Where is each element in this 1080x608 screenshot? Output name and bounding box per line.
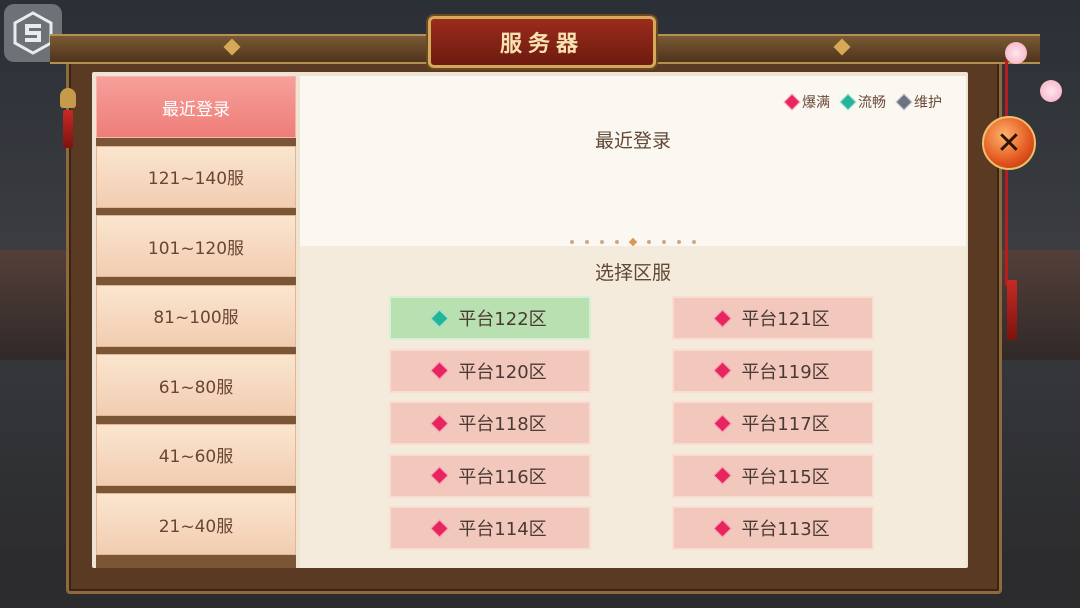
lantern-rope: [1005, 60, 1008, 118]
legend-item: 维护: [895, 92, 942, 112]
server-button[interactable]: 平台119区: [672, 348, 874, 393]
server-button[interactable]: 平台120区: [389, 348, 591, 393]
status-diamond-icon: [713, 361, 733, 380]
sidebar-item-5[interactable]: 41~60服: [96, 423, 296, 486]
legend-item: 爆满: [783, 92, 830, 112]
status-diamond-icon: [430, 518, 450, 538]
legend-label: 流畅: [858, 95, 886, 111]
lantern-tail: [1005, 166, 1008, 286]
title-plate: 服务器: [428, 16, 656, 68]
status-diamond-icon: [430, 413, 450, 433]
tassel-icon: [63, 110, 73, 148]
server-label: 平台119区: [741, 361, 830, 383]
server-button[interactable]: 平台114区: [389, 506, 591, 550]
legend-label: 爆满: [802, 95, 830, 111]
server-content: 爆满 流畅 维护 最近登录 选择区服 平台122区 平台121区平台120区 平台119…: [300, 76, 966, 568]
server-group-sidebar[interactable]: 最近登录 121~140服 101~120服 81~100服 61~80服 41~60服 2…: [96, 76, 296, 568]
server-button[interactable]: 平台118区: [389, 401, 591, 445]
sidebar-item-2[interactable]: 101~120服: [96, 215, 296, 277]
recent-section: 爆满 流畅 维护 最近登录: [300, 76, 966, 246]
server-label: 平台121区: [741, 309, 830, 330]
recent-title: 最近登录: [594, 130, 671, 152]
legend-item: 流畅: [839, 92, 886, 112]
server-button[interactable]: 平台117区: [672, 401, 874, 445]
server-label: 平台120区: [458, 361, 547, 383]
sidebar-item-0[interactable]: 最近登录: [96, 76, 296, 138]
status-diamond-icon: [430, 308, 450, 328]
close-icon: ✕: [996, 125, 1022, 161]
server-label: 平台116区: [458, 466, 547, 488]
server-button[interactable]: 平台115区: [672, 453, 874, 498]
select-title: 选择区服: [594, 262, 671, 284]
bell-icon: [60, 88, 76, 108]
status-diamond-icon: [713, 413, 733, 433]
server-label: 平台117区: [741, 414, 830, 435]
status-diamond-icon: [713, 518, 733, 538]
section-divider: [570, 237, 696, 247]
close-button[interactable]: ✕: [982, 116, 1036, 170]
status-diamond-icon: [783, 93, 801, 111]
server-label: 平台114区: [458, 519, 547, 540]
tassel-icon: [1007, 280, 1017, 340]
sidebar-item-6[interactable]: 21~40服: [96, 493, 296, 555]
server-label: 平台118区: [458, 414, 547, 435]
sidebar-item-4[interactable]: 61~80服: [96, 354, 296, 416]
sidebar-item-1[interactable]: 121~140服: [96, 145, 296, 208]
server-label: 平台122区: [458, 309, 547, 330]
server-button[interactable]: 平台116区: [389, 453, 591, 498]
flower-icon: [1005, 42, 1027, 64]
flower-icon: [1040, 80, 1062, 102]
status-diamond-icon: [430, 361, 450, 380]
status-diamond-icon: [713, 466, 733, 485]
status-diamond-icon: [713, 308, 733, 328]
server-button[interactable]: 平台122区: [389, 296, 591, 340]
status-diamond-icon: [430, 466, 450, 485]
status-diamond-icon: [839, 93, 857, 111]
server-label: 平台113区: [741, 519, 830, 540]
legend-label: 维护: [914, 95, 942, 111]
select-section: 选择区服 平台122区 平台121区平台120区 平台119区平台118区 平台117…: [300, 246, 966, 568]
server-label: 平台115区: [741, 466, 830, 488]
sidebar-item-3[interactable]: 81~100服: [96, 284, 296, 347]
background-building-left: [0, 250, 70, 360]
server-button[interactable]: 平台113区: [672, 506, 874, 550]
dialog-title: 服务器: [499, 31, 584, 57]
status-diamond-icon: [895, 93, 913, 111]
status-legend: 爆满 流畅 维护: [783, 92, 942, 112]
server-button[interactable]: 平台121区: [672, 296, 874, 340]
